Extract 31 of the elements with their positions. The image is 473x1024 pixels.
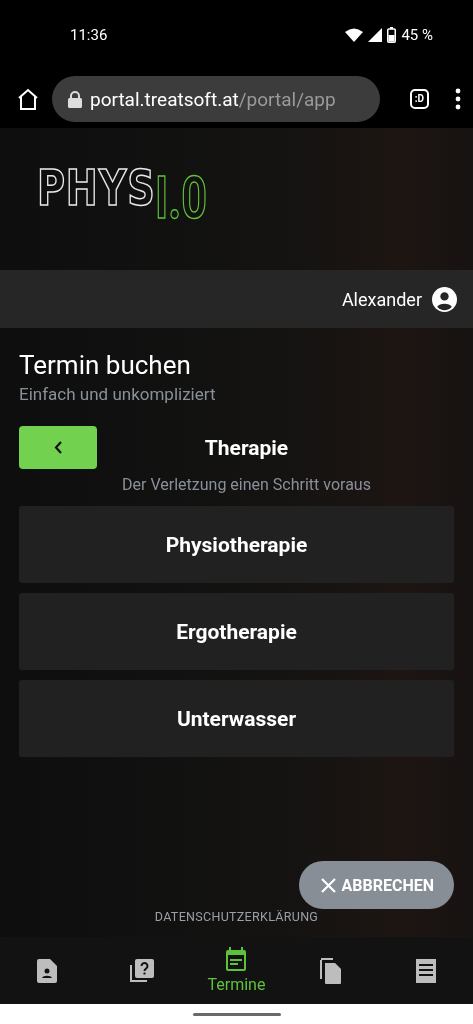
option-button[interactable]: Physiotherapie <box>19 506 454 583</box>
receipt-icon <box>414 957 437 984</box>
account-icon[interactable] <box>432 286 457 312</box>
wifi-icon <box>345 28 364 42</box>
tab-switcher[interactable]: :D <box>409 89 429 109</box>
privacy-link[interactable]: DATENSCHUTZERKLÄRUNG <box>154 909 319 924</box>
logo-text: PHYS <box>37 158 156 218</box>
signal-icon <box>368 28 383 42</box>
question-cards-icon <box>128 957 155 984</box>
lock-icon <box>68 90 82 108</box>
page-title: Termin buchen <box>19 350 192 380</box>
contact-file-icon <box>36 957 59 984</box>
step-title: Therapie <box>203 435 290 460</box>
user-name: Alexander <box>341 288 422 310</box>
address-bar[interactable]: portal.treatsoft.at/portal/app <box>52 76 380 122</box>
battery-icon <box>387 27 397 43</box>
option-button[interactable]: Ergotherapie <box>19 593 454 670</box>
chevron-left-icon <box>54 441 62 454</box>
gesture-bar[interactable] <box>192 1012 281 1016</box>
url-text: portal.treatsoft.at/portal/app <box>90 87 336 111</box>
page-subtitle: Einfach und unkompliziert <box>19 384 217 404</box>
option-button[interactable]: Unterwasser <box>19 680 454 757</box>
battery-percentage: 45 % <box>401 26 433 44</box>
step-subtitle: Der Verletzung einen Schritt voraus <box>121 475 372 494</box>
calendar-icon <box>224 947 249 973</box>
home-icon[interactable] <box>16 88 40 110</box>
logo-accent: I.0 <box>154 163 207 233</box>
close-icon <box>320 877 336 893</box>
menu-icon[interactable] <box>455 88 461 110</box>
clock: 11:36 <box>70 26 108 44</box>
documents-icon <box>319 956 344 985</box>
